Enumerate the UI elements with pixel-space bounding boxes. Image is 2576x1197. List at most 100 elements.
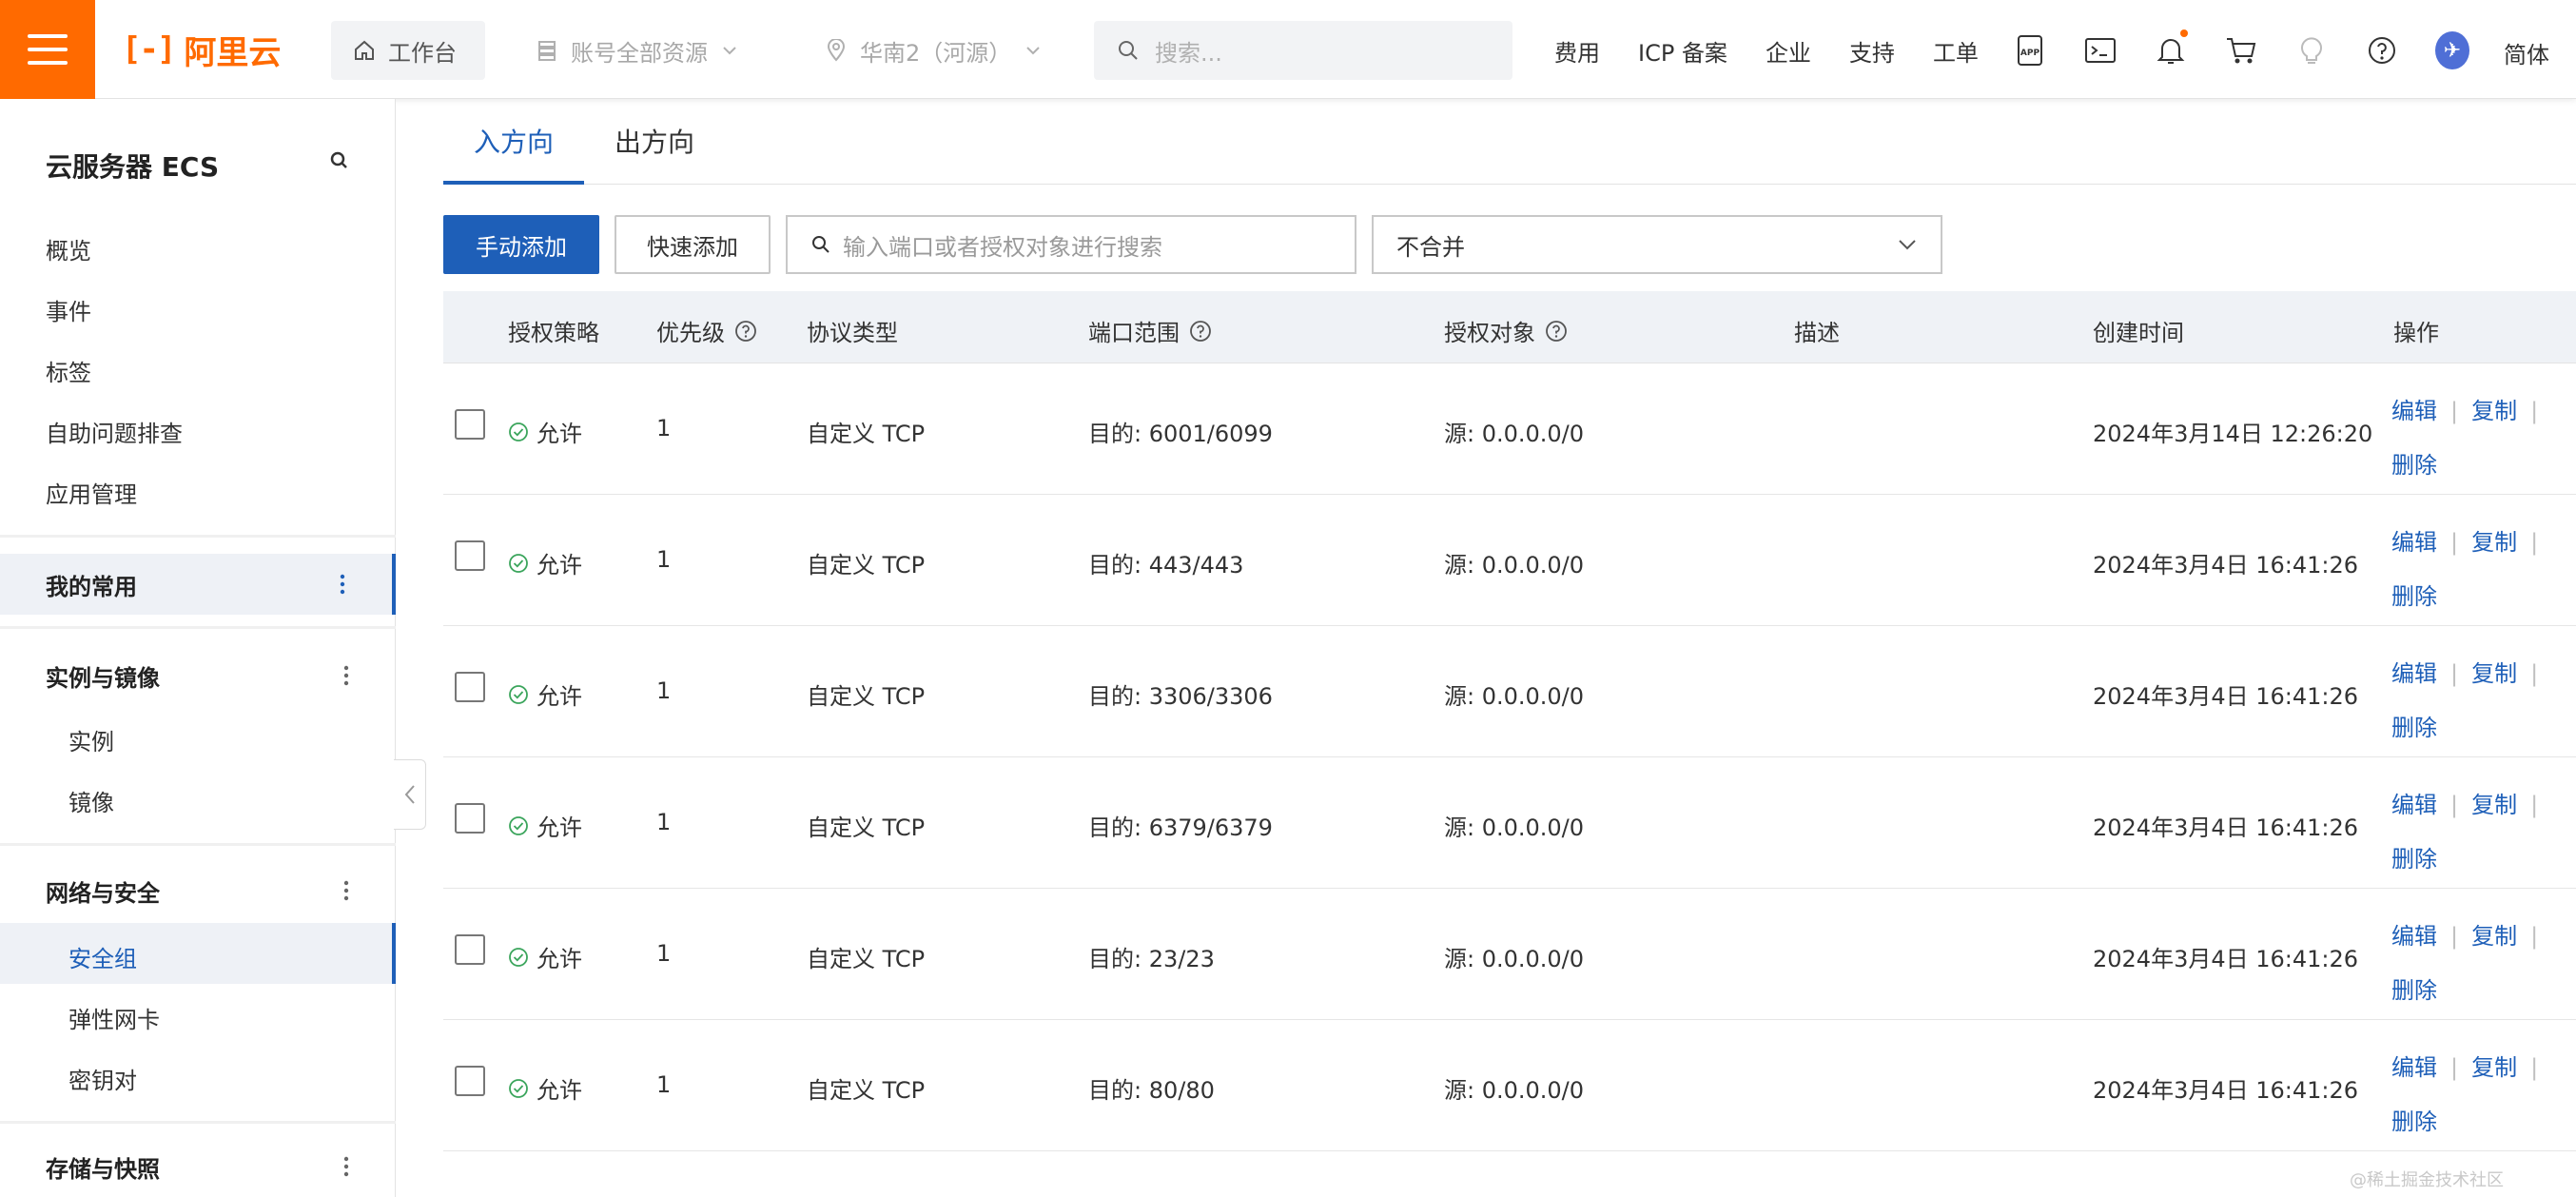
action-separator: | <box>2530 1054 2539 1081</box>
sidebar-item-images[interactable]: 镜像 <box>68 784 114 817</box>
edit-link[interactable]: 编辑 <box>2391 792 2437 818</box>
svg-text:APP: APP <box>2020 49 2040 58</box>
sidebar-item-events[interactable]: 事件 <box>46 293 91 326</box>
edit-link[interactable]: 编辑 <box>2391 660 2437 687</box>
cart-icon[interactable] <box>2224 33 2258 68</box>
home-icon <box>355 40 374 60</box>
workbench-button[interactable]: 工作台 <box>331 21 485 80</box>
created-cell: 2024年3月4日 16:41:26 <box>2093 814 2359 841</box>
brand-mark: [-] <box>122 30 176 69</box>
link-ticket[interactable]: 工单 <box>1933 34 1979 68</box>
edit-link[interactable]: 编辑 <box>2391 398 2437 424</box>
priority-cell: 1 <box>656 677 672 704</box>
copy-link[interactable]: 复制 <box>2471 1054 2517 1081</box>
created-cell: 2024年3月14日 12:26:20 <box>2093 421 2373 447</box>
sidebar-search-icon[interactable] <box>327 148 352 173</box>
row-actions: 编辑 | 复制 | 删除 <box>2391 392 2572 480</box>
row-actions: 编辑 | 复制 | 删除 <box>2391 1049 2572 1136</box>
port-cell: 目的: 443/443 <box>1088 552 1244 579</box>
chevron-down-icon <box>723 47 736 55</box>
col-created: 创建时间 <box>2093 320 2184 346</box>
user-avatar[interactable]: ✈ <box>2435 31 2469 69</box>
more-vertical-icon[interactable] <box>342 1155 350 1178</box>
policy-text: 允许 <box>537 683 582 710</box>
delete-link[interactable]: 删除 <box>2391 715 2437 741</box>
check-circle-icon <box>509 553 528 573</box>
action-separator: | <box>2530 398 2539 424</box>
sidebar-item-overview[interactable]: 概览 <box>46 232 91 265</box>
row-checkbox[interactable] <box>455 803 485 834</box>
link-support[interactable]: 支持 <box>1849 34 1895 68</box>
check-circle-icon <box>509 684 528 704</box>
sidebar-divider <box>0 843 396 846</box>
delete-link[interactable]: 删除 <box>2391 583 2437 610</box>
lightbulb-icon[interactable] <box>2294 33 2329 68</box>
sidebar-item-troubleshoot[interactable]: 自助问题排查 <box>46 415 183 448</box>
sidebar-item-eni[interactable]: 弹性网卡 <box>68 1001 160 1034</box>
sidebar-divider <box>0 535 396 538</box>
help-circle-icon[interactable] <box>734 320 757 343</box>
tab-outbound[interactable]: 出方向 <box>615 122 706 185</box>
table-header: 授权策略 优先级 协议类型 端口范围 授权对象 描述 创建时间 操作 <box>443 291 2576 363</box>
help-circle-icon[interactable] <box>1545 320 1568 343</box>
check-circle-icon <box>509 815 528 835</box>
more-vertical-icon[interactable] <box>339 573 346 596</box>
menu-icon[interactable] <box>0 0 95 99</box>
sidebar-item-app-management[interactable]: 应用管理 <box>46 476 137 509</box>
rule-search-placeholder: 输入端口或者授权对象进行搜索 <box>843 233 1162 261</box>
row-checkbox[interactable] <box>455 1066 485 1096</box>
manual-add-button[interactable]: 手动添加 <box>443 215 599 274</box>
link-billing[interactable]: 费用 <box>1554 34 1600 68</box>
sidebar-group-my-common[interactable]: 我的常用 <box>0 554 396 615</box>
sidebar-item-tags[interactable]: 标签 <box>46 354 91 387</box>
port-cell: 目的: 23/23 <box>1088 946 1215 972</box>
copy-link[interactable]: 复制 <box>2471 923 2517 950</box>
resource-scope-select[interactable]: 账号全部资源 <box>514 21 761 80</box>
sidebar-group-instances[interactable]: 实例与镜像 <box>0 645 396 706</box>
language-switch[interactable]: 简体 <box>2504 36 2549 69</box>
delete-link[interactable]: 删除 <box>2391 977 2437 1004</box>
delete-link[interactable]: 删除 <box>2391 846 2437 873</box>
protocol-cell: 自定义 TCP <box>807 814 926 841</box>
row-checkbox[interactable] <box>455 540 485 571</box>
sidebar-item-instances[interactable]: 实例 <box>68 723 114 756</box>
app-icon[interactable]: APP <box>2013 33 2047 68</box>
notification-bell-icon[interactable] <box>2154 29 2188 68</box>
row-checkbox[interactable] <box>455 409 485 440</box>
protocol-cell: 自定义 TCP <box>807 946 926 972</box>
rule-search-input[interactable]: 输入端口或者授权对象进行搜索 <box>786 215 1356 274</box>
edit-link[interactable]: 编辑 <box>2391 1054 2437 1081</box>
sidebar-item-security-group[interactable]: 安全组 <box>0 923 396 984</box>
edit-link[interactable]: 编辑 <box>2391 529 2437 556</box>
tab-inbound[interactable]: 入方向 <box>443 122 584 185</box>
sidebar-group-storage[interactable]: 存储与快照 <box>0 1136 396 1197</box>
edit-link[interactable]: 编辑 <box>2391 923 2437 950</box>
row-actions: 编辑 | 复制 | 删除 <box>2391 786 2572 873</box>
delete-link[interactable]: 删除 <box>2391 1109 2437 1135</box>
region-select[interactable]: 华南2（河源） <box>803 21 1064 80</box>
copy-link[interactable]: 复制 <box>2471 398 2517 424</box>
delete-link[interactable]: 删除 <box>2391 452 2437 479</box>
source-cell: 源: 0.0.0.0/0 <box>1444 683 1585 710</box>
col-description: 描述 <box>1794 320 1840 346</box>
more-vertical-icon[interactable] <box>342 664 350 687</box>
brand-logo[interactable]: [-] 阿里云 <box>122 29 281 72</box>
global-search-input[interactable]: 搜索... <box>1094 21 1512 80</box>
sidebar-item-keypair[interactable]: 密钥对 <box>68 1062 137 1095</box>
help-icon[interactable] <box>2365 33 2399 68</box>
policy-text: 允许 <box>537 946 582 972</box>
link-enterprise[interactable]: 企业 <box>1766 34 1811 68</box>
row-checkbox[interactable] <box>455 934 485 965</box>
link-icp[interactable]: ICP 备案 <box>1638 34 1727 68</box>
row-checkbox[interactable] <box>455 672 485 702</box>
merge-select[interactable]: 不合并 <box>1372 215 1942 274</box>
quick-add-button[interactable]: 快速添加 <box>615 215 771 274</box>
help-circle-icon[interactable] <box>1189 320 1212 343</box>
copy-link[interactable]: 复制 <box>2471 529 2517 556</box>
more-vertical-icon[interactable] <box>342 879 350 902</box>
terminal-icon[interactable] <box>2083 33 2117 68</box>
copy-link[interactable]: 复制 <box>2471 792 2517 818</box>
copy-link[interactable]: 复制 <box>2471 660 2517 687</box>
sidebar-group-network[interactable]: 网络与安全 <box>0 860 396 921</box>
sidebar-collapse-button[interactable] <box>394 759 426 830</box>
